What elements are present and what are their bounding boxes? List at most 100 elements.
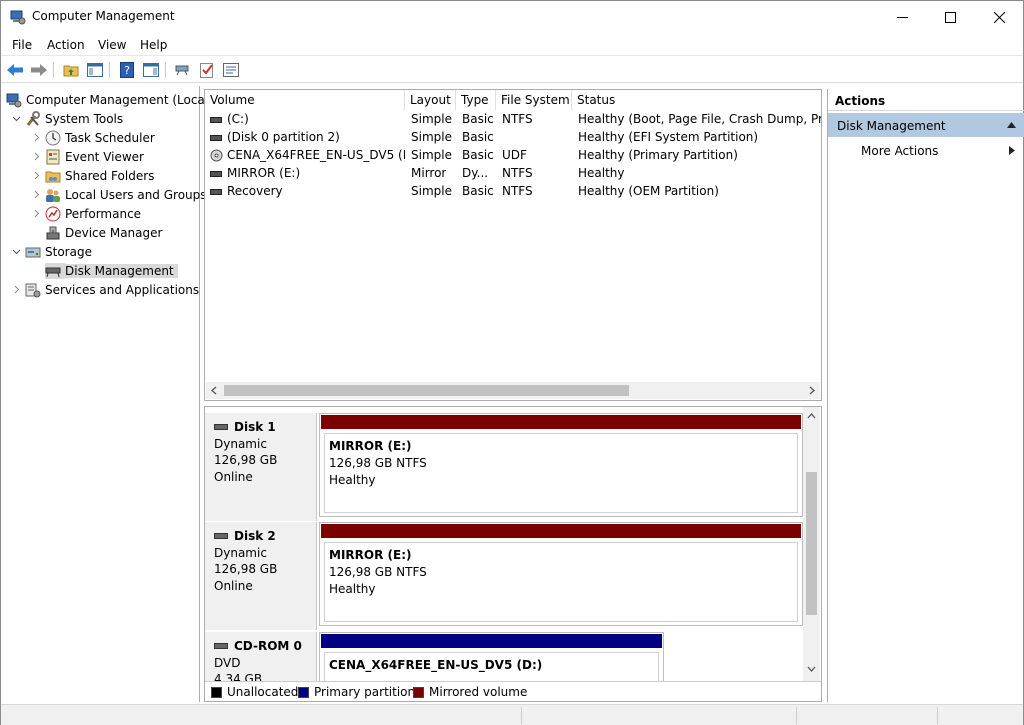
partition-mirror-e[interactable]: MIRROR (E:) 126,98 GB NTFS Healthy — [319, 413, 803, 517]
volume-name: MIRROR (E:) — [227, 166, 301, 180]
volume-file-system: NTFS — [502, 184, 533, 198]
forward-arrow-icon — [31, 64, 47, 76]
back-button[interactable] — [5, 60, 25, 80]
checklist-icon — [200, 63, 213, 78]
show-hide-action-pane-button[interactable] — [141, 60, 161, 80]
more-actions-label: More Actions — [861, 144, 939, 158]
chevron-down-icon[interactable] — [10, 113, 22, 125]
disk-name: Disk 1 — [234, 420, 276, 434]
table-row[interactable]: (Disk 0 partition 2) Simple Basic Health… — [205, 128, 821, 146]
volume-icon — [210, 116, 222, 123]
title-bar: Computer Management — [1, 1, 1023, 33]
tree-node-performance[interactable]: Performance — [30, 204, 141, 223]
chevron-right-icon[interactable] — [30, 189, 42, 201]
status-divider — [937, 707, 938, 724]
section-label: Disk Management — [837, 119, 946, 133]
menu-action[interactable]: Action — [47, 38, 85, 52]
tree-label: Device Manager — [65, 225, 163, 240]
menu-file[interactable]: File — [12, 38, 32, 52]
menu-view[interactable]: View — [98, 38, 126, 52]
scrollbar-thumb[interactable] — [224, 385, 629, 396]
shared-folder-icon — [45, 168, 61, 184]
disk-kind: Dynamic — [214, 545, 267, 560]
tree-node-disk-management[interactable]: Disk Management — [42, 261, 178, 280]
table-row[interactable]: MIRROR (E:) Mirror Dy... NTFS Healthy — [205, 164, 821, 182]
tree-node-services-and-applications[interactable]: Services and Applications — [10, 280, 199, 299]
partition-name: CENA_X64FREE_EN-US_DV5 (D:) — [329, 658, 543, 672]
horizontal-scrollbar[interactable] — [206, 382, 820, 399]
legend-label: Mirrored volume — [429, 685, 528, 699]
disk-label[interactable]: Disk 2 Dynamic 126,98 GB Online — [205, 522, 317, 630]
menu-help[interactable]: Help — [140, 38, 167, 52]
table-row[interactable]: Recovery Simple Basic NTFS Healthy (OEM … — [205, 182, 821, 200]
column-header-status[interactable]: Status — [572, 90, 821, 110]
scroll-down-icon[interactable] — [807, 665, 816, 673]
chevron-right-icon[interactable] — [30, 132, 42, 144]
tree-node-local-users-and-groups[interactable]: Local Users and Groups — [30, 185, 207, 204]
volume-layout: Simple — [411, 148, 452, 162]
tree-label: Shared Folders — [65, 168, 155, 183]
volume-file-system: UDF — [502, 148, 527, 162]
connect-button[interactable] — [173, 60, 193, 80]
cd-rom-icon — [214, 643, 228, 650]
volume-icon — [210, 134, 222, 141]
column-header-volume[interactable]: Volume — [205, 90, 405, 110]
tree-node-device-manager[interactable]: Device Manager — [42, 223, 162, 242]
tree-node-shared-folders[interactable]: Shared Folders — [30, 166, 154, 185]
minimize-button[interactable] — [879, 1, 925, 33]
partition-mirror-e[interactable]: MIRROR (E:) 126,98 GB NTFS Healthy — [319, 522, 803, 626]
tree-node-event-viewer[interactable]: Event Viewer — [30, 147, 144, 166]
event-viewer-icon — [45, 149, 61, 165]
scroll-up-icon[interactable] — [807, 412, 816, 420]
volume-icon — [210, 188, 222, 195]
table-row[interactable]: (C:) Simple Basic NTFS Healthy (Boot, Pa… — [205, 110, 821, 128]
collapse-up-icon[interactable] — [1007, 122, 1016, 128]
status-divider — [521, 707, 522, 724]
volume-name: (Disk 0 partition 2) — [227, 130, 340, 144]
disk-label[interactable]: Disk 1 Dynamic 126,98 GB Online — [205, 413, 317, 521]
tree-node-computer-management[interactable]: Computer Management (Local) — [6, 90, 213, 109]
disk-size: 126,98 GB — [214, 453, 278, 467]
volume-name: (C:) — [227, 112, 249, 126]
table-row[interactable]: CENA_X64FREE_EN-US_DV5 (D:) Simple Basic… — [205, 146, 821, 164]
actions-section-disk-management[interactable]: Disk Management — [828, 113, 1024, 137]
tree-label: Event Viewer — [65, 149, 144, 164]
chevron-down-icon[interactable] — [10, 246, 22, 258]
check-button[interactable] — [197, 60, 217, 80]
chevron-right-icon[interactable] — [10, 284, 22, 296]
chevron-right-icon[interactable] — [30, 208, 42, 220]
volume-status: Healthy — [578, 166, 625, 180]
column-header-type[interactable]: Type — [456, 90, 496, 110]
partition-size: 126,98 GB NTFS — [329, 456, 427, 470]
up-one-level-button[interactable] — [61, 60, 81, 80]
disk-graphical-view: Disk 1 Dynamic 126,98 GB Online MIRROR (… — [204, 406, 822, 702]
more-actions-item[interactable]: More Actions — [861, 144, 1021, 158]
scrollbar-thumb[interactable] — [806, 472, 817, 615]
properties-button[interactable] — [221, 60, 241, 80]
maximize-button[interactable] — [927, 1, 973, 33]
vertical-scrollbar[interactable] — [803, 407, 820, 701]
column-header-file-system[interactable]: File System — [496, 90, 572, 110]
legend-swatch — [211, 686, 222, 698]
services-icon — [25, 282, 41, 298]
help-button[interactable]: ? — [117, 60, 137, 80]
tree-node-storage[interactable]: Storage — [10, 242, 92, 261]
disk-kind: DVD — [214, 655, 241, 670]
forward-button[interactable] — [29, 60, 49, 80]
disk-connect-icon — [175, 65, 189, 76]
volume-layout: Simple — [411, 130, 452, 144]
chevron-right-icon[interactable] — [30, 151, 42, 163]
close-button[interactable] — [976, 1, 1022, 33]
tree-node-system-tools[interactable]: System Tools — [10, 109, 123, 128]
scroll-right-icon[interactable] — [808, 386, 816, 395]
tree-node-task-scheduler[interactable]: Task Scheduler — [30, 128, 155, 147]
help-icon: ? — [120, 62, 134, 78]
users-icon — [45, 187, 61, 203]
scroll-left-icon[interactable] — [210, 386, 218, 395]
volume-file-system: NTFS — [502, 166, 533, 180]
show-hide-console-tree-button[interactable] — [85, 60, 105, 80]
chevron-right-icon[interactable] — [30, 170, 42, 182]
disk-name: Disk 2 — [234, 529, 276, 543]
column-header-layout[interactable]: Layout — [405, 90, 456, 110]
tree-label: System Tools — [45, 111, 124, 126]
